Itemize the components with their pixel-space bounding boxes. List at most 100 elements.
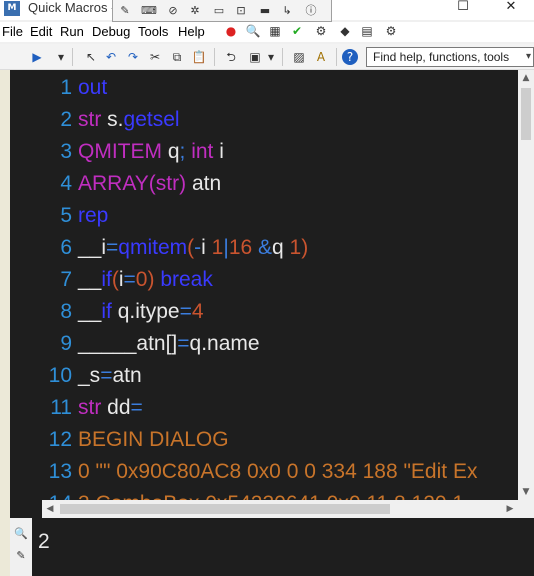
help-icon[interactable]: ?: [342, 49, 358, 65]
code-line[interactable]: 5 rep: [42, 200, 518, 232]
code-token: 1): [283, 236, 309, 259]
code-token: =: [100, 364, 113, 387]
code-text: 3 ComboBox 0x54230641 0x0 11 8 120 1: [78, 488, 464, 500]
code-line[interactable]: 9 _____atn[]=q.name: [42, 328, 518, 360]
code-token: __: [78, 268, 102, 291]
code-text: rep: [78, 200, 108, 232]
line-number: 12: [48, 428, 72, 451]
grid-icon[interactable]: ▦: [266, 22, 284, 40]
scroll-left-button[interactable]: ◀: [42, 500, 58, 518]
code-line[interactable]: 7 __if(i=0) break: [42, 264, 518, 296]
line-number: 7: [60, 268, 72, 291]
find-icon[interactable]: 🔍: [244, 22, 262, 40]
code-text: __if q.itype=4: [78, 296, 204, 328]
info-icon[interactable]: ⓘ: [303, 3, 319, 18]
find-window-icon[interactable]: ⊡: [233, 3, 249, 18]
text-icon[interactable]: A: [312, 48, 330, 66]
scroll-down-button[interactable]: ▼: [518, 484, 534, 500]
code-token: q: [162, 140, 180, 163]
code-token: =: [179, 300, 192, 323]
checkmark-icon[interactable]: ✔: [288, 22, 306, 40]
copy-icon[interactable]: ⧉: [168, 48, 186, 66]
code-line[interactable]: 1 out: [42, 72, 518, 104]
menu-edit[interactable]: Edit: [30, 24, 52, 40]
menu-debug[interactable]: Debug: [92, 24, 130, 40]
code-line[interactable]: 10 _s=atn: [42, 360, 518, 392]
keyboard-icon[interactable]: ⌨: [141, 3, 157, 18]
tag-icon[interactable]: ⊘: [165, 3, 181, 18]
maximize-button[interactable]: ☐: [446, 0, 480, 18]
code-token: BEGIN DIALOG: [78, 428, 229, 451]
code-text: 0 "" 0x90C80AC8 0x0 0 0 334 188 "Edit Ex: [78, 456, 477, 488]
line-number: 10: [48, 364, 72, 387]
options-icon[interactable]: ⚙: [312, 22, 330, 40]
menu-tools[interactable]: Tools: [138, 24, 168, 40]
code-editor[interactable]: 1 out 2 str s.getsel 3 QMITEM q; int i 4 ARRAY(…: [42, 70, 518, 500]
output-pane[interactable]: 2: [32, 518, 534, 576]
code-line[interactable]: 2 str s.getsel: [42, 104, 518, 136]
pencil-icon[interactable]: ✎: [117, 3, 133, 18]
close-button[interactable]: ✕: [494, 0, 528, 18]
gear-icon[interactable]: ✲: [187, 3, 203, 18]
horizontal-scrollbar[interactable]: ◀ ▶: [42, 500, 518, 518]
line-number: 4: [60, 172, 72, 195]
line-number: 9: [60, 332, 72, 355]
code-token: .name: [201, 332, 260, 355]
code-text: _s=atn: [78, 360, 142, 392]
chevron-down-icon[interactable]: ▾: [52, 48, 70, 66]
horizontal-scroll-thumb[interactable]: [60, 504, 390, 514]
code-token: qmitem: [118, 236, 188, 259]
chevron-down-icon[interactable]: ▾: [526, 48, 531, 66]
image-icon[interactable]: ▨: [290, 48, 308, 66]
help-search-input[interactable]: Find help, functions, tools ▾: [366, 47, 534, 67]
undo-icon[interactable]: ↶: [102, 48, 120, 66]
notes-icon[interactable]: ✎: [13, 548, 29, 564]
menu-help[interactable]: Help: [178, 24, 205, 40]
scroll-up-button[interactable]: ▲: [518, 70, 534, 86]
arrow-icon[interactable]: ↳: [279, 3, 295, 18]
settings-icon[interactable]: ⚙: [382, 22, 400, 40]
window-list-icon[interactable]: ▤: [358, 22, 376, 40]
quick-macros-window: M Quick Macros - ☐ ✕ ✎ ⌨ ⊘ ✲ ▭ ⊡ ▬ ↳ ⓘ F…: [0, 0, 534, 576]
redo-icon[interactable]: ↷: [124, 48, 142, 66]
code-line[interactable]: 8 __if q.itype=4: [42, 296, 518, 328]
code-token: =: [177, 332, 190, 355]
line-number: 5: [60, 204, 72, 227]
menu-file[interactable]: File: [2, 24, 23, 40]
code-token: 4: [191, 300, 204, 323]
code-line[interactable]: 14 3 ComboBox 0x54230641 0x0 11 8 120 1: [42, 488, 518, 500]
paste-icon[interactable]: 📋: [190, 48, 208, 66]
code-token: s: [101, 108, 118, 131]
code-text: str dd=: [78, 392, 143, 424]
run-icon[interactable]: ▶: [28, 48, 46, 66]
cursor-icon: ↖: [85, 50, 97, 64]
shapes-icon[interactable]: ◆: [336, 22, 354, 40]
code-line[interactable]: 3 QMITEM q; int i: [42, 136, 518, 168]
window-title: Quick Macros -: [28, 0, 116, 15]
menu-run[interactable]: Run: [60, 24, 84, 40]
code-token: q: [189, 332, 202, 355]
code-text: QMITEM q; int i: [78, 136, 224, 168]
scroll-right-button[interactable]: ▶: [502, 500, 518, 518]
code-line[interactable]: 13 0 "" 0x90C80AC8 0x0 0 0 334 188 "Edit…: [42, 456, 518, 488]
code-token: atn: [186, 172, 222, 195]
vertical-scrollbar[interactable]: ▲ ▼: [518, 70, 534, 500]
code-line[interactable]: 6 __i=qmitem(-i 1|16 &q 1): [42, 232, 518, 264]
chevron-down-icon[interactable]: ▾: [262, 48, 280, 66]
code-token: =: [106, 236, 119, 259]
cut-icon[interactable]: ✂: [146, 48, 164, 66]
document-icon[interactable]: ▭: [211, 3, 227, 18]
code-token: str: [78, 108, 102, 131]
window-icon[interactable]: ▬: [257, 3, 273, 18]
code-line[interactable]: 11 str dd=: [42, 392, 518, 424]
vertical-scroll-thumb[interactable]: [521, 88, 531, 140]
main-toolbar: ▶ ▾ ↖ ↶ ↷ ✂ ⧉ 📋 ⮌ ▣ ▾ ▨ A ? Find help, f…: [0, 44, 534, 70]
code-line[interactable]: 4 ARRAY(str) atn: [42, 168, 518, 200]
magnifier-icon[interactable]: 🔍: [13, 526, 29, 542]
code-line[interactable]: 12 BEGIN DIALOG: [42, 424, 518, 456]
code-token: .itype: [129, 300, 180, 323]
code-token: getsel: [123, 108, 180, 131]
record-icon[interactable]: ●: [222, 22, 240, 40]
code-text: str s.getsel: [78, 104, 180, 136]
back-icon[interactable]: ⮌: [222, 48, 240, 66]
